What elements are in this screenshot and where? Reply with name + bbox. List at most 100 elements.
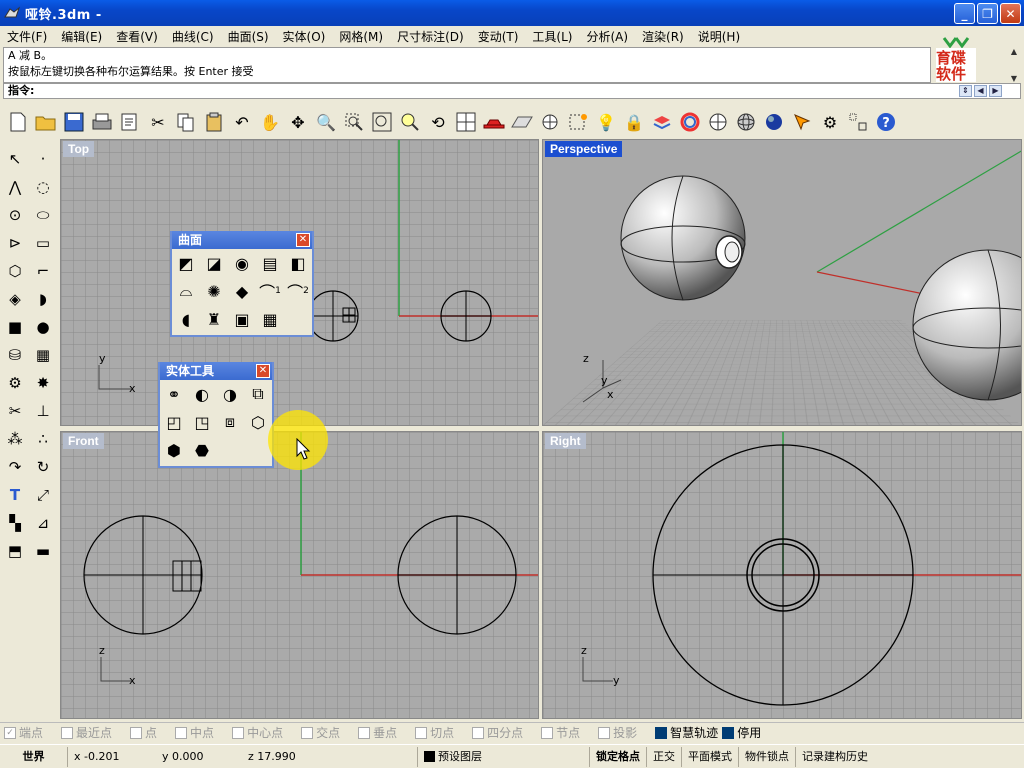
lock-icon[interactable]: 🔒 [622, 110, 646, 134]
osnap-midpoint[interactable]: 中点 [175, 724, 214, 741]
print-icon[interactable] [90, 110, 114, 134]
surface-plane-icon[interactable]: ▤ [258, 251, 282, 275]
layout-icon[interactable]: ▬ [31, 539, 55, 563]
extract-surface-icon[interactable]: ◰ [162, 410, 186, 434]
osnap-endpoint[interactable]: ✓ 端点 [4, 724, 43, 741]
surface-loft-icon[interactable]: ⌓ [174, 279, 198, 303]
panel-close-button[interactable]: ✕ [296, 233, 310, 247]
surface-blend-icon[interactable]: ▣ [230, 307, 254, 331]
surface-network-icon[interactable]: ◖ [174, 307, 198, 331]
checkbox-icon[interactable] [415, 726, 428, 739]
surface-corner-icon[interactable]: ◈ [3, 287, 27, 311]
cap-holes-icon[interactable]: ◳ [190, 410, 214, 434]
osnap-knot[interactable]: 节点 [541, 724, 580, 741]
minimize-button[interactable]: _ [954, 3, 975, 24]
menu-edit[interactable]: 编辑(E) [54, 28, 109, 45]
analyze-icon[interactable]: ⊿ [31, 511, 55, 535]
ungroup-icon[interactable]: ∴ [31, 427, 55, 451]
osnap-tangent[interactable]: 切点 [415, 724, 454, 741]
render-sphere-icon[interactable] [762, 110, 786, 134]
rebuild-icon[interactable]: ↻ [31, 455, 55, 479]
text-object-icon[interactable]: T [3, 483, 27, 507]
surface-sweep-icon[interactable]: ◆ [230, 279, 254, 303]
zoom-extents-icon[interactable] [370, 110, 394, 134]
checkbox-icon[interactable] [61, 726, 74, 739]
osnap-quadrant[interactable]: 四分点 [472, 724, 523, 741]
checkbox-icon[interactable]: ✓ [4, 726, 16, 739]
command-line[interactable]: 指令: ⇕ ◀ ▶ [3, 83, 1021, 99]
menu-mesh[interactable]: 网格(M) [332, 28, 390, 45]
close-button[interactable]: ✕ [1000, 3, 1021, 24]
sweep-one-rail-icon[interactable]: ⌒ 1 [258, 279, 282, 303]
select-arrow-icon[interactable]: ↖ [3, 147, 27, 171]
menu-tools[interactable]: 工具(L) [525, 28, 579, 45]
osnap-smarttrack[interactable]: 智慧轨迹 [655, 724, 718, 741]
osnap-disable[interactable]: 停用 [722, 724, 761, 741]
cylinder-icon[interactable]: ⛁ [3, 343, 27, 367]
ellipse-icon[interactable]: ⬭ [31, 203, 55, 227]
trim-icon[interactable]: ✂ [3, 399, 27, 423]
menu-curve[interactable]: 曲线(C) [165, 28, 221, 45]
status-planar[interactable]: 平面模式 [682, 746, 739, 767]
viewport-label-right[interactable]: Right [545, 433, 586, 449]
surface-extrude-icon[interactable]: ◧ [286, 251, 310, 275]
color-wheel-icon[interactable] [678, 110, 702, 134]
checkbox-icon[interactable] [541, 726, 554, 739]
zoom-icon[interactable]: 🔍 [314, 110, 338, 134]
chevron-right-icon[interactable]: ▶ [989, 85, 1002, 97]
explode-icon[interactable]: ✸ [31, 371, 55, 395]
polyline-icon[interactable]: ⋀ [3, 175, 27, 199]
menu-help[interactable]: 说明(H) [691, 28, 747, 45]
osnap-perpendicular[interactable]: 垂点 [358, 724, 397, 741]
undo-view-icon[interactable]: ⟲ [426, 110, 450, 134]
viewport-front[interactable]: Front z x [60, 431, 539, 719]
surface-patch-icon[interactable]: ♜ [202, 307, 226, 331]
chevron-updown-icon[interactable]: ⇕ [959, 85, 972, 97]
surface-grid-icon[interactable]: ▦ [258, 307, 282, 331]
layer-icon[interactable] [650, 110, 674, 134]
ghosted-shade-icon[interactable] [734, 110, 758, 134]
osnap-intersection[interactable]: 交点 [301, 724, 340, 741]
status-grid-snap[interactable]: 锁定格点 [590, 746, 647, 767]
menu-transform[interactable]: 变动(T) [471, 28, 526, 45]
curve-fillet-icon[interactable]: ⌐ [31, 259, 55, 283]
open-folder-icon[interactable] [34, 110, 58, 134]
panel-title-bar[interactable]: 曲面 ✕ [172, 231, 312, 249]
rotate-view-icon[interactable]: ✥ [286, 110, 310, 134]
copy-icon[interactable] [174, 110, 198, 134]
checkbox-icon[interactable] [130, 726, 143, 739]
boolean-difference-icon[interactable]: ◐ [190, 382, 214, 406]
new-file-icon[interactable] [6, 110, 30, 134]
solid-tools-panel[interactable]: 实体工具 ✕ ⚭ ◐ ◑ ⧉ ◰ ◳ ⧈ ⬡ ⬢ ⬣ [158, 362, 274, 468]
surface-edge-icon[interactable]: ◪ [202, 251, 226, 275]
wireframe-shade-icon[interactable] [706, 110, 730, 134]
panel-title-bar[interactable]: 实体工具 ✕ [160, 362, 272, 380]
grid-plane-icon[interactable] [510, 110, 534, 134]
checkbox-icon[interactable] [655, 726, 668, 739]
osnap-center[interactable]: 中心点 [232, 724, 283, 741]
panel-close-button[interactable]: ✕ [256, 364, 270, 378]
edit-points-icon[interactable]: ↷ [3, 455, 27, 479]
solid-box-icon[interactable]: ⬢ [162, 438, 186, 462]
boolean-solid-icon[interactable]: ● [31, 315, 55, 339]
help-icon[interactable]: ? [874, 110, 898, 134]
surface-from-points-icon[interactable]: ◩ [174, 251, 198, 275]
point-icon[interactable]: · [31, 147, 55, 171]
menu-dimension[interactable]: 尺寸标注(D) [390, 28, 471, 45]
polygon-icon[interactable]: ⬡ [3, 259, 27, 283]
group-icon[interactable]: ⁂ [3, 427, 27, 451]
spotlight-icon[interactable] [790, 110, 814, 134]
menu-file[interactable]: 文件(F) [0, 28, 54, 45]
menu-solid[interactable]: 实体(O) [276, 28, 333, 45]
paste-icon[interactable] [202, 110, 226, 134]
rhino-app-icon[interactable] [3, 4, 21, 22]
maximize-button[interactable]: ❐ [977, 3, 998, 24]
boolean-intersection-icon[interactable]: ◑ [218, 382, 242, 406]
status-cplane[interactable]: 世界 [0, 746, 68, 767]
osnap-near[interactable]: 最近点 [61, 724, 112, 741]
solid-fillet-icon[interactable]: ⬡ [246, 410, 270, 434]
status-layer[interactable]: 预设图层 [418, 746, 590, 767]
sweep-two-rails-icon[interactable]: ⌒ 2 [286, 279, 310, 303]
array-icon[interactable]: ▚ [3, 511, 27, 535]
checkbox-icon[interactable] [722, 726, 735, 739]
